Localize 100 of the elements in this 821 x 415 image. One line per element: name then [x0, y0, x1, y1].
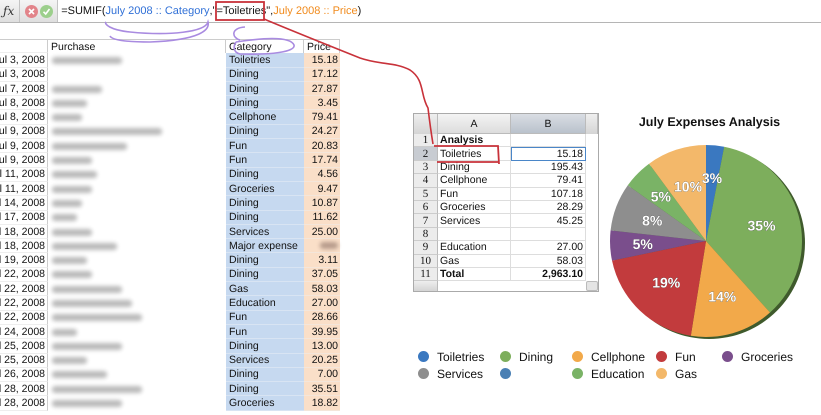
price-cell: 37.05: [304, 268, 340, 282]
price-cell: 3.45: [304, 96, 340, 110]
row-header[interactable]: 3: [414, 160, 438, 174]
price-cell: 13.00: [304, 339, 340, 354]
label-cell: Cellphone: [438, 174, 511, 188]
function-button[interactable]: ƒx: [0, 0, 20, 22]
row-header[interactable]: 2: [414, 147, 438, 161]
category-cell: Toiletries: [226, 53, 304, 68]
row-header[interactable]: 5: [414, 188, 438, 201]
data-label: 14%: [708, 288, 736, 304]
value-cell: 79.41: [511, 174, 586, 188]
category-cell: Dining: [226, 68, 304, 82]
column-grip[interactable]: [586, 114, 598, 134]
category-cell: Dining: [226, 96, 304, 110]
legend-label: Services: [437, 366, 484, 380]
category-cell: Dining: [226, 268, 304, 282]
value-cell: 15.18: [511, 147, 586, 161]
cancel-icon[interactable]: [25, 4, 38, 18]
value-cell: 58.03: [511, 254, 586, 268]
price-cell: 11.62: [304, 210, 340, 225]
category-cell: Gas: [226, 282, 304, 296]
data-label: 5%: [632, 236, 653, 252]
date-cell: l 11, 2008: [0, 182, 48, 196]
row-header[interactable]: 10: [414, 254, 438, 268]
label-cell: Groceries: [438, 200, 511, 214]
price-cell: 58.03: [304, 282, 340, 296]
resize-handle[interactable]: [586, 281, 598, 292]
category-cell: Education: [226, 296, 304, 311]
row-header[interactable]: 7: [414, 214, 438, 228]
value-cell: 45.25: [511, 214, 586, 228]
row-header[interactable]: 1: [414, 134, 438, 148]
label-cell: Analysis: [438, 134, 511, 148]
price-cell: 24.27: [304, 124, 340, 140]
category-cell: Dining: [226, 196, 304, 211]
value-cell: 2,963.10: [511, 268, 586, 282]
price-cell: 3.11: [304, 253, 340, 268]
label-cell: Education: [438, 241, 511, 255]
legend-label: Dining: [519, 350, 554, 364]
label-cell: Fun: [438, 188, 511, 201]
category-cell: Dining: [226, 253, 304, 268]
row-header[interactable]: 9: [414, 241, 438, 255]
price-cell: 20.83: [304, 139, 340, 154]
price-cell: 15.18: [304, 53, 340, 68]
price-cell: 27.00: [304, 296, 340, 311]
legend-label: Groceries: [741, 350, 794, 364]
category-cell: Groceries: [226, 182, 304, 196]
row-header[interactable]: 11: [414, 268, 438, 282]
category-cell: Fun: [226, 139, 304, 154]
legend-label: Toiletries: [437, 350, 484, 364]
accept-icon[interactable]: [40, 4, 54, 18]
price-cell: 27.87: [304, 82, 340, 96]
price-cell: 17.12: [304, 68, 340, 82]
category-cell: Dining: [226, 168, 304, 182]
label-cell: Total: [438, 268, 511, 282]
category-cell: Services: [226, 224, 304, 240]
price-cell: 17.74: [304, 153, 340, 168]
price-cell: 10.87: [304, 196, 340, 211]
data-label: 19%: [652, 274, 680, 291]
category-cell: Fun: [226, 310, 304, 325]
price-cell: 35.51: [304, 382, 340, 396]
column-header[interactable]: B: [511, 114, 586, 134]
price-cell: 25.00: [304, 224, 340, 240]
category-cell: Dining: [226, 124, 304, 140]
category-cell: Dining: [226, 82, 304, 96]
row-grip[interactable]: [414, 281, 438, 292]
table-grip[interactable]: [414, 114, 438, 134]
value-cell: 195.43: [511, 160, 586, 174]
price-cell: 18.82: [304, 396, 340, 411]
column-header[interactable]: A: [438, 114, 511, 134]
label-cell: Services: [438, 214, 511, 228]
legend-label: Gas: [675, 366, 698, 380]
row-header[interactable]: 6: [414, 200, 438, 214]
value-cell: 107.18: [511, 188, 586, 201]
data-label: 5%: [650, 188, 671, 205]
category-cell: Groceries: [226, 396, 304, 411]
price-cell: 9.47: [304, 182, 340, 196]
legend-label: Cellphone: [591, 350, 646, 364]
row-header[interactable]: 8: [414, 228, 438, 242]
data-label: 10%: [674, 178, 702, 194]
price-cell: 79.41: [304, 110, 340, 125]
price-cell: 28.66: [304, 310, 340, 325]
category-cell: Dining: [226, 339, 304, 354]
column-header: Purchase: [48, 39, 226, 54]
price-cell: 7.00: [304, 368, 340, 382]
price-cell: 4.56: [304, 168, 340, 182]
category-cell: Services: [226, 354, 304, 368]
chart-title: July Expenses Analysis: [638, 115, 780, 129]
blurred-text: [320, 242, 338, 250]
price-cell: 20.25: [304, 354, 340, 368]
price-cell: 39.95: [304, 324, 340, 340]
legend-label: Education: [591, 366, 644, 380]
label-cell: Dining: [438, 160, 511, 174]
category-cell: Dining: [226, 382, 304, 396]
row-header[interactable]: 4: [414, 174, 438, 188]
legend-label: Fun: [675, 350, 696, 364]
category-cell: Cellphone: [226, 110, 304, 125]
category-cell: Dining: [226, 210, 304, 225]
value-cell: 28.29: [511, 200, 586, 214]
data-label: 8%: [642, 212, 662, 228]
date-cell: l 11, 2008: [0, 168, 48, 182]
